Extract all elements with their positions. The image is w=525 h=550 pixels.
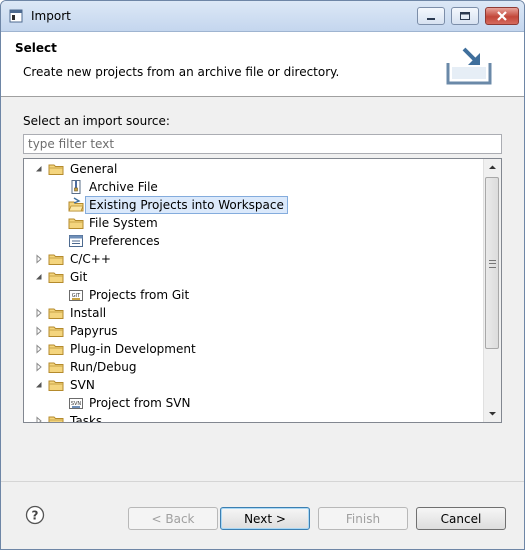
next-button[interactable]: Next > [220, 507, 310, 530]
tree-item-label: Existing Projects into Workspace [85, 196, 288, 214]
collapsed-arrow-icon[interactable] [34, 326, 44, 336]
tree-item-git[interactable]: Git [24, 268, 482, 286]
filter-input[interactable] [23, 134, 502, 154]
minimize-icon [427, 18, 435, 20]
tree-item-general[interactable]: General [24, 160, 482, 178]
tree-item-plug-in-development[interactable]: Plug-in Development [24, 340, 482, 358]
git-icon: GIT [69, 290, 83, 301]
back-button[interactable]: < Back [128, 507, 218, 530]
tree-item-label: File System [89, 216, 158, 230]
maximize-button[interactable] [451, 7, 479, 25]
project-folder-icon [68, 197, 84, 212]
scrollbar-thumb[interactable] [485, 177, 499, 349]
folder-icon [68, 218, 84, 229]
eclipse-window-icon [9, 9, 23, 23]
folder-icon [48, 272, 64, 283]
close-button[interactable] [485, 7, 519, 25]
close-icon [497, 11, 507, 21]
tree-item-file-system[interactable]: File System [24, 214, 482, 232]
tree-item-c-c[interactable]: C/C++ [24, 250, 482, 268]
tree-item-run-debug[interactable]: Run/Debug [24, 358, 482, 376]
tree-item-label: C/C++ [70, 252, 111, 266]
tree-item-preferences[interactable]: Preferences [24, 232, 482, 250]
tree-item-label: Install [70, 306, 107, 320]
expanded-arrow-icon[interactable] [34, 380, 44, 390]
folder-icon [48, 380, 64, 391]
preferences-icon [69, 235, 83, 247]
finish-button[interactable]: Finish [318, 507, 408, 530]
tree-item-archive-file[interactable]: Archive File [24, 178, 482, 196]
import-source-label: Select an import source: [23, 114, 170, 128]
tree-item-papyrus[interactable]: Papyrus [24, 322, 482, 340]
tree-item-existing-projects-into-workspace[interactable]: Existing Projects into Workspace [24, 196, 482, 214]
grip-icon [489, 260, 496, 268]
collapsed-arrow-icon[interactable] [34, 362, 44, 372]
archive-file-icon [71, 180, 81, 194]
folder-icon [48, 344, 64, 355]
folder-icon [48, 308, 64, 319]
folder-icon [48, 326, 64, 337]
tree-item-label: Papyrus [70, 324, 118, 338]
svn-icon: SVN [69, 398, 83, 409]
button-bar: ? < Back Next > Finish Cancel [1, 481, 524, 549]
tree-item-label: Project from SVN [89, 396, 191, 410]
title-bar[interactable]: Import [1, 1, 524, 32]
tree-item-label: Run/Debug [70, 360, 137, 374]
tree-item-label: Tasks [70, 414, 103, 423]
collapsed-arrow-icon[interactable] [34, 254, 44, 264]
folder-icon [48, 362, 64, 373]
cancel-button[interactable]: Cancel [416, 507, 506, 530]
folder-icon [48, 254, 64, 265]
expanded-arrow-icon[interactable] [34, 272, 44, 282]
tree-item-label: Archive File [89, 180, 158, 194]
window-title: Import [31, 9, 71, 23]
tree-item-project-from-svn[interactable]: SVN Project from SVN [24, 394, 482, 412]
collapsed-arrow-icon[interactable] [34, 308, 44, 318]
tree-item-label: SVN [70, 378, 95, 392]
header-banner: Select Create new projects from an archi… [1, 32, 524, 97]
tree-item-label: General [70, 162, 118, 176]
import-source-tree[interactable]: General Archive File Existing Projects int… [23, 158, 502, 423]
tree-item-tasks[interactable]: Tasks [24, 412, 482, 423]
expanded-arrow-icon[interactable] [34, 164, 44, 174]
collapsed-arrow-icon[interactable] [34, 344, 44, 354]
import-dialog: Import Select Create new projects from a… [0, 0, 525, 550]
scroll-up-arrow-icon[interactable] [484, 159, 501, 176]
minimize-button[interactable] [417, 7, 445, 25]
folder-icon [48, 416, 64, 422]
folder-icon [48, 164, 64, 175]
svg-text:?: ? [32, 509, 39, 523]
tree-item-svn[interactable]: SVN [24, 376, 482, 394]
vertical-scrollbar[interactable] [483, 159, 501, 422]
tree-item-label: Preferences [89, 234, 160, 248]
tree-item-label: Projects from Git [89, 288, 190, 302]
tree-item-label: Plug-in Development [70, 342, 196, 356]
tree-item-projects-from-git[interactable]: GIT Projects from Git [24, 286, 482, 304]
tree-item-install[interactable]: Install [24, 304, 482, 322]
page-description: Create new projects from an archive file… [23, 65, 340, 79]
tree-item-label: Git [70, 270, 88, 284]
import-wizard-icon [446, 47, 492, 85]
collapsed-arrow-icon[interactable] [34, 416, 44, 423]
scroll-down-arrow-icon[interactable] [484, 405, 501, 422]
help-icon[interactable]: ? [25, 505, 45, 525]
import-source-panel: Select an import source: General Archive … [1, 97, 524, 477]
maximize-icon [460, 12, 470, 20]
page-title: Select [15, 41, 57, 55]
